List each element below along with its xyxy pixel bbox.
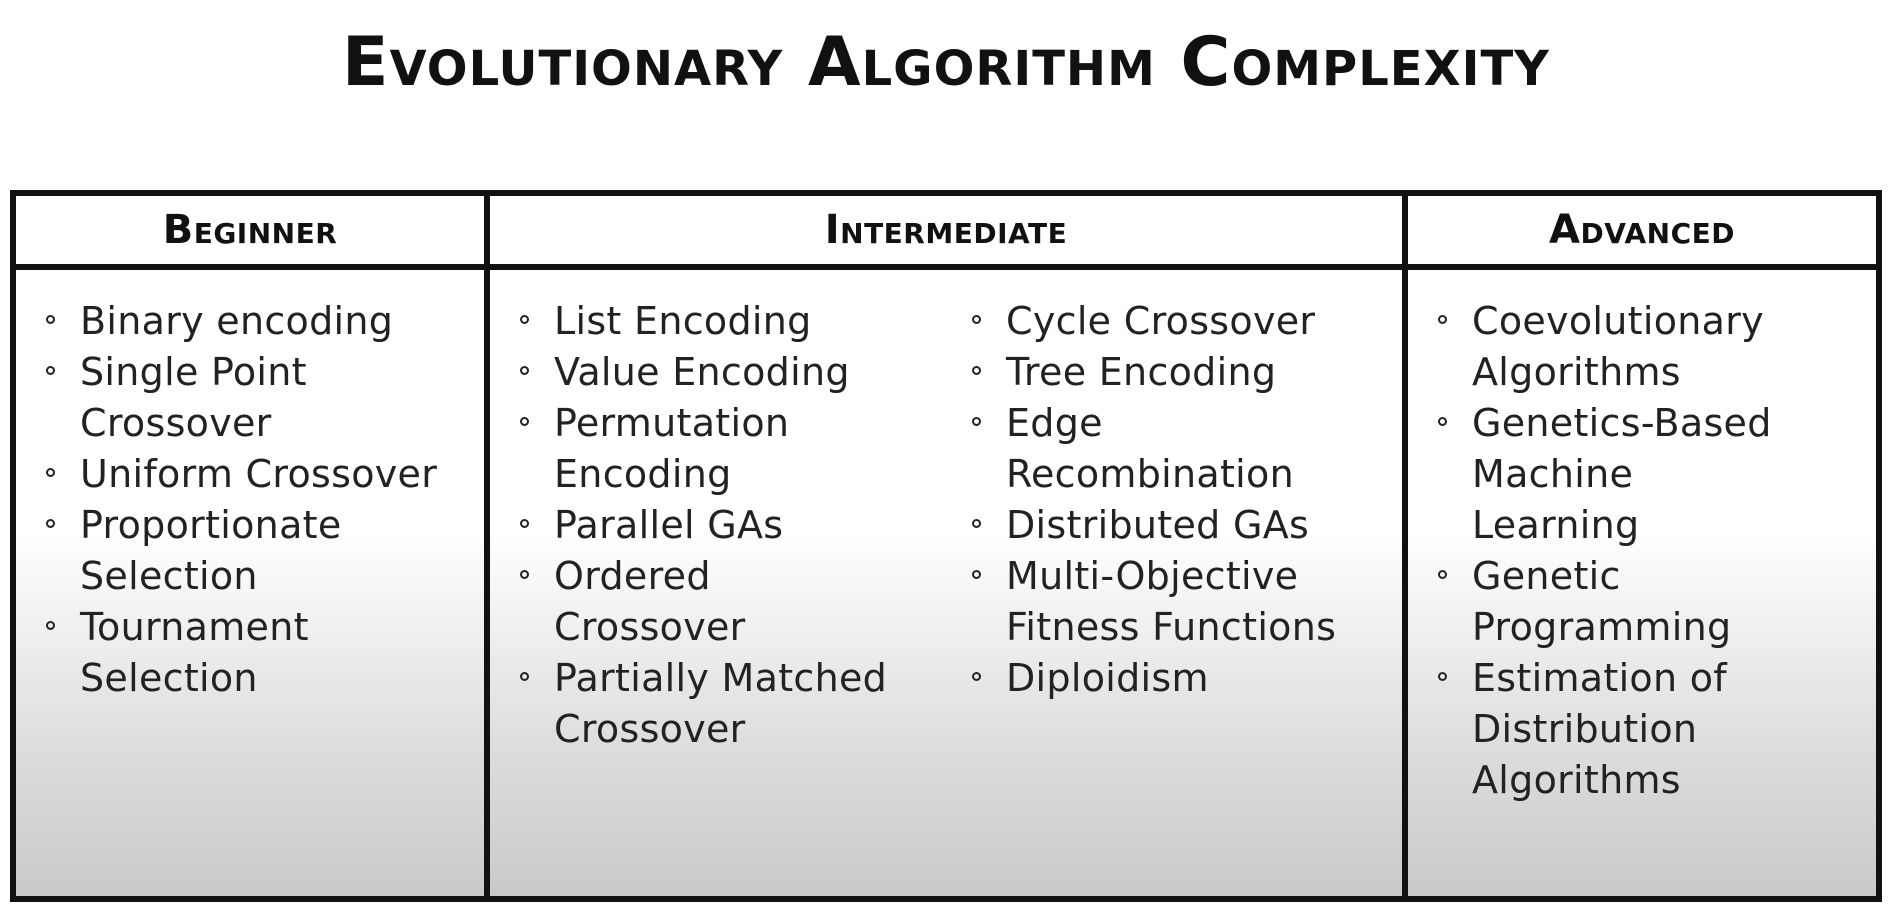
bullet-icon [972, 366, 981, 375]
bullet-icon [972, 417, 981, 426]
list-item-label: Multi-Objective Fitness Functions [1006, 554, 1337, 649]
bullet-icon [520, 417, 529, 426]
list-item-label: Edge Recombination [1006, 401, 1294, 496]
intermediate-list-left: List Encoding Value Encoding Permutation… [520, 296, 972, 896]
list-item-label: Permutation Encoding [554, 401, 790, 496]
list-item: Distributed GAs [972, 500, 1406, 551]
list-item: List Encoding [520, 296, 972, 347]
list-item: Edge Recombination [972, 398, 1346, 500]
list-item: Genetics-Based Machine Learning [1438, 398, 1802, 551]
list-item: Permutation Encoding [520, 398, 844, 500]
list-item-label: Genetics-Based Machine Learning [1472, 401, 1772, 547]
list-item-label: Tree Encoding [1006, 350, 1277, 394]
bullet-icon [1438, 672, 1447, 681]
list-item-label: Partially Matched Crossover [554, 656, 888, 751]
bullet-icon [1438, 417, 1447, 426]
list-item-label: Value Encoding [554, 350, 850, 394]
bullet-icon [46, 621, 55, 630]
list-item: Tournament Selection [46, 602, 380, 704]
list-item: Partially Matched Crossover [520, 653, 934, 755]
slide: Evolutionary Algorithm Complexity Beginn… [0, 0, 1892, 910]
list-item-label: Single Point Crossover [80, 350, 307, 445]
bullet-icon [520, 672, 529, 681]
intermediate-heading: Intermediate [490, 196, 1408, 270]
beginner-list: Binary encoding Single Point Crossover U… [46, 296, 472, 704]
bullet-icon [972, 672, 981, 681]
page-title: Evolutionary Algorithm Complexity [342, 23, 1550, 102]
advanced-column: Coevolutionary Algorithms Genetics-Based… [1408, 270, 1876, 896]
list-item-label: Cycle Crossover [1006, 299, 1316, 343]
bullet-icon [520, 570, 529, 579]
list-item: Binary encoding [46, 296, 472, 347]
list-item-label: Distributed GAs [1006, 503, 1310, 547]
list-item-label: List Encoding [554, 299, 812, 343]
list-item-label: Genetic Programming [1472, 554, 1732, 649]
list-item: Proportionate Selection [46, 500, 380, 602]
list-item: Genetic Programming [1438, 551, 1772, 653]
bullet-icon [972, 519, 981, 528]
bullet-icon [46, 315, 55, 324]
advanced-heading: Advanced [1408, 196, 1876, 270]
list-item: Coevolutionary Algorithms [1438, 296, 1772, 398]
bullet-icon [46, 519, 55, 528]
bullet-icon [520, 366, 529, 375]
bullet-icon [972, 570, 981, 579]
beginner-column: Binary encoding Single Point Crossover U… [16, 270, 490, 896]
intermediate-list-right: Cycle Crossover Tree Encoding Edge Recom… [972, 296, 1406, 896]
bullet-icon [1438, 315, 1447, 324]
list-item: Diploidism [972, 653, 1406, 704]
list-item: Tree Encoding [972, 347, 1406, 398]
list-item-label: Estimation of Distribution Algorithms [1472, 656, 1727, 802]
list-item-label: Coevolutionary Algorithms [1472, 299, 1764, 394]
list-item: Multi-Objective Fitness Functions [972, 551, 1406, 653]
bullet-icon [972, 315, 981, 324]
list-item-label: Ordered Crossover [554, 554, 746, 649]
list-item: Single Point Crossover [46, 347, 380, 449]
complexity-table: Beginner Intermediate Advanced Binary en… [10, 190, 1882, 902]
list-item-label: Parallel GAs [554, 503, 784, 547]
advanced-list: Coevolutionary Algorithms Genetics-Based… [1438, 296, 1864, 806]
list-item: Estimation of Distribution Algorithms [1438, 653, 1772, 806]
intermediate-column: List Encoding Value Encoding Permutation… [490, 270, 1408, 896]
list-item-label: Proportionate Selection [80, 503, 342, 598]
list-item-label: Tournament Selection [80, 605, 309, 700]
list-item: Cycle Crossover [972, 296, 1406, 347]
bullet-icon [520, 315, 529, 324]
list-item: Value Encoding [520, 347, 972, 398]
bullet-icon [46, 366, 55, 375]
list-item-label: Uniform Crossover [80, 452, 438, 496]
list-item: Parallel GAs [520, 500, 972, 551]
bullet-icon [1438, 570, 1447, 579]
list-item-label: Binary encoding [80, 299, 394, 343]
list-item: Uniform Crossover [46, 449, 472, 500]
bullet-icon [46, 468, 55, 477]
beginner-heading: Beginner [16, 196, 490, 270]
list-item: Ordered Crossover [520, 551, 814, 653]
bullet-icon [520, 519, 529, 528]
list-item-label: Diploidism [1006, 656, 1209, 700]
